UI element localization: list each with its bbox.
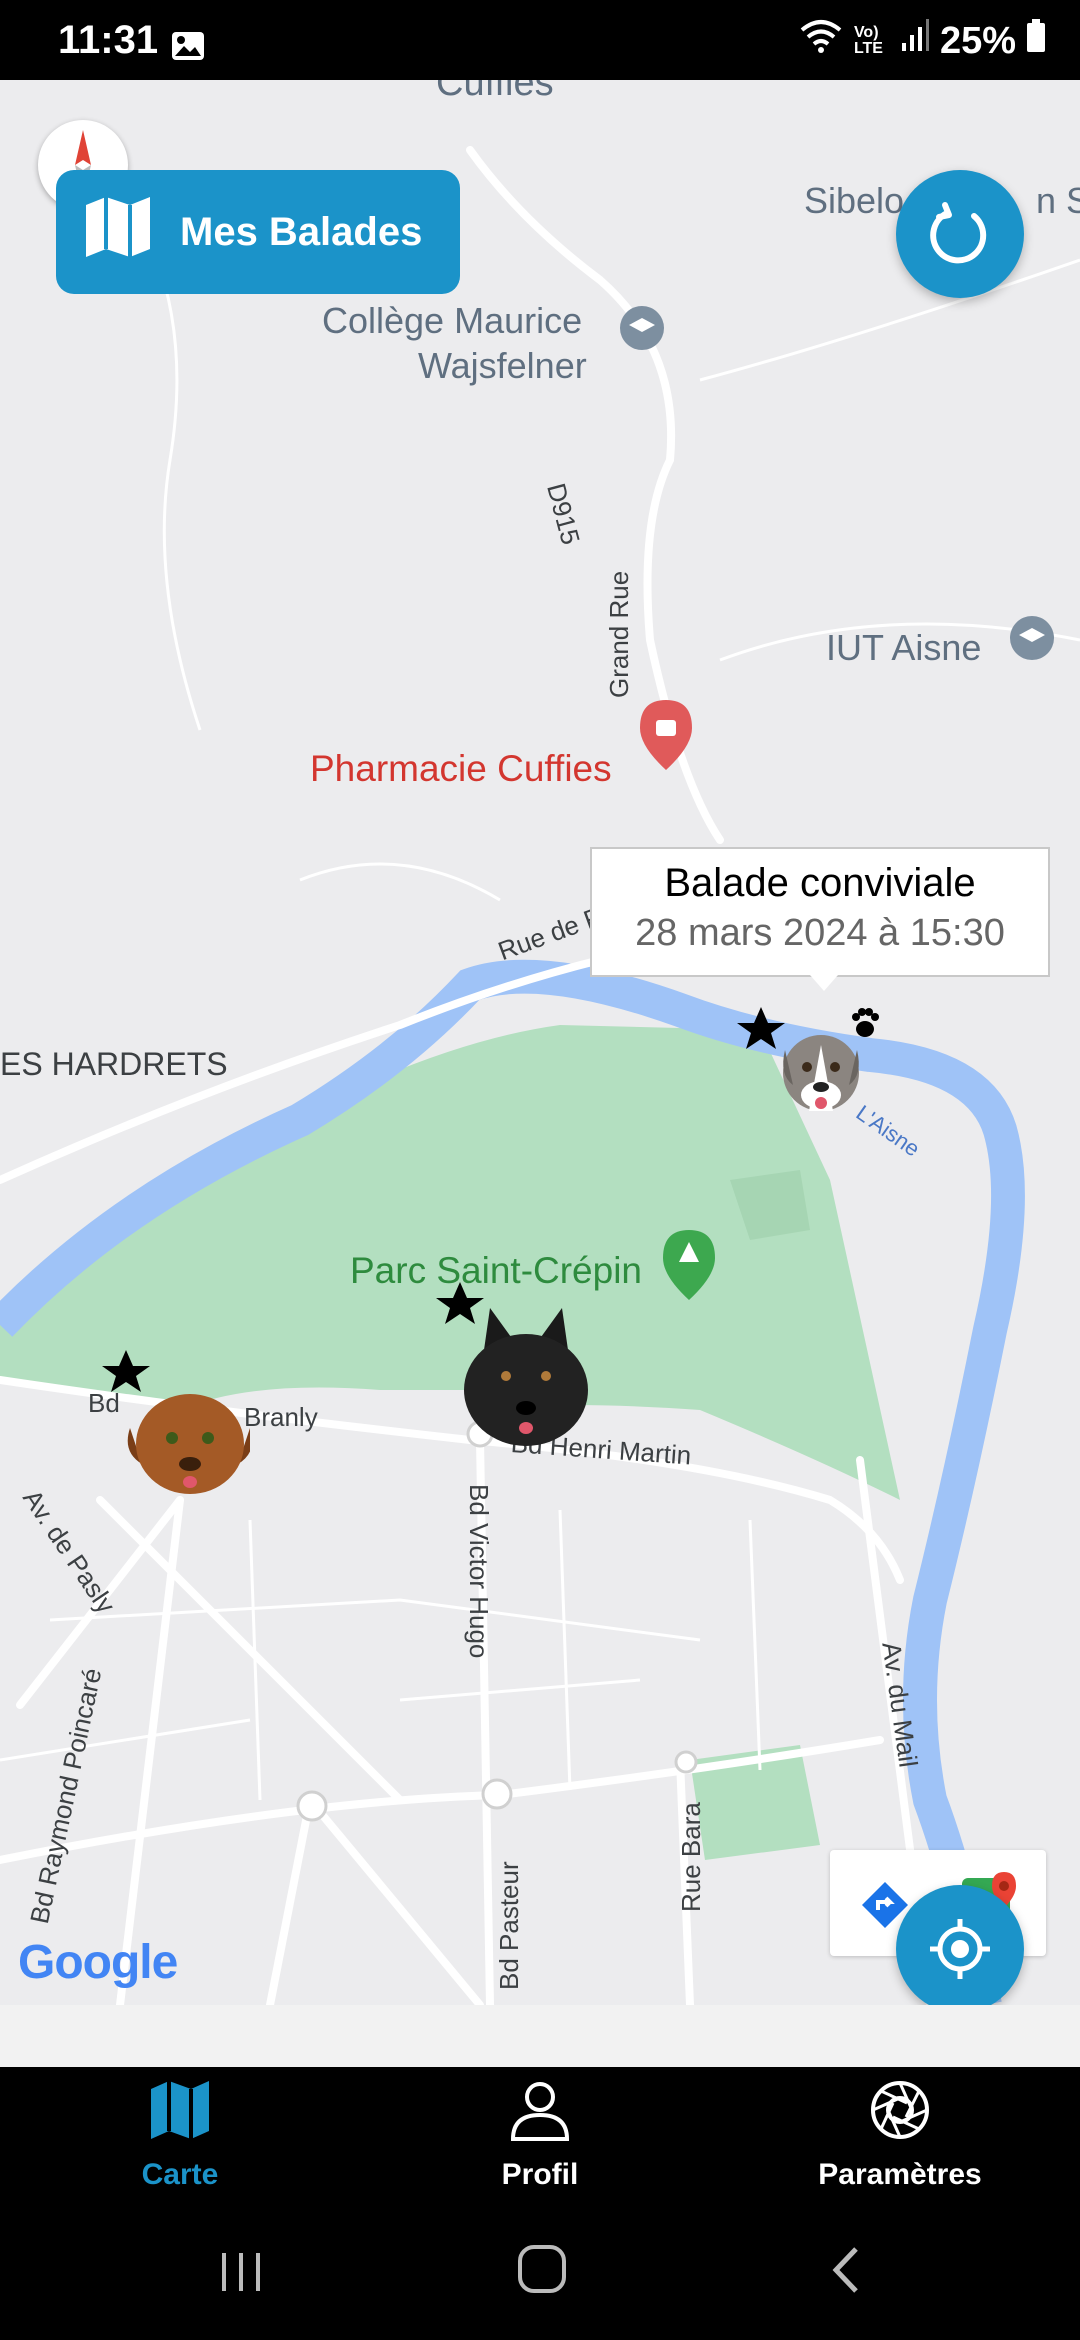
aperture-icon (867, 2077, 933, 2148)
dog-marker-brown[interactable] (100, 1348, 253, 1503)
crosshair-icon (930, 1919, 990, 1979)
map-label-pharmacie: Pharmacie Cuffies (310, 748, 612, 789)
walk-title: Balade conviviale (664, 861, 976, 905)
status-right-group: Vo) LTE 25% (798, 18, 1046, 64)
tab-carte[interactable]: Carte (0, 2067, 360, 2207)
status-bar: 11:31 Vo) LTE 25% (0, 0, 1080, 80)
map-icon (82, 191, 154, 273)
signal-icon (900, 19, 930, 63)
map-label-branly: Branly (244, 1402, 318, 1432)
volte-icon: Vo) LTE (853, 24, 883, 57)
bottom-navigation: Carte Profil Paramètres (0, 2067, 1080, 2207)
black-dog-icon (436, 1282, 588, 1446)
tab-carte-label: Carte (141, 2158, 219, 2191)
map-label-iut: IUT Aisne (826, 627, 982, 668)
map-label-college-line1: Collège Maurice (322, 300, 583, 341)
tab-profil[interactable]: Profil (360, 2067, 720, 2207)
paw-icon (852, 1008, 879, 1037)
map-view[interactable]: Cuffies Sibelo n Sc Collège Maurice Wajs… (0, 80, 1080, 2005)
system-navigation-bar (0, 2207, 1080, 2340)
map-label-college-line2: Wajsfelner (418, 345, 587, 386)
tab-parametres-label: Paramètres (818, 2158, 982, 2191)
my-location-button[interactable] (896, 1885, 1024, 2005)
map-label-cuffies: Cuffies (436, 80, 554, 104)
star-icon (436, 1282, 484, 1324)
map-label-victor-hugo: Bd Victor Hugo (464, 1484, 494, 1659)
tab-parametres[interactable]: Paramètres (720, 2067, 1080, 2207)
tab-profil-label: Profil (501, 2158, 579, 2191)
brown-dog-icon (102, 1350, 253, 1494)
google-logo: Google (18, 1936, 178, 1989)
back-icon[interactable] (826, 2245, 866, 2300)
map-bottom-strip (0, 2005, 1080, 2067)
battery-text: 25% (939, 19, 1016, 62)
battery-icon (1026, 19, 1046, 63)
status-time: 11:31 (58, 18, 159, 62)
boxer-dog-icon (737, 1007, 879, 1111)
map-label-grand-rue: Grand Rue (604, 570, 634, 698)
recent-apps-icon[interactable] (216, 2247, 266, 2302)
map-label-sibelo-end: n Sc (1036, 180, 1080, 221)
image-icon (170, 30, 206, 67)
school-icon (1010, 616, 1054, 660)
school-icon (620, 306, 664, 350)
dog-marker-boxer[interactable] (735, 1005, 895, 1120)
wifi-icon (798, 18, 844, 64)
map-label-sibelo: Sibelo (804, 180, 905, 221)
walk-date: 28 mars 2024 à 15:30 (635, 912, 1005, 954)
map-label-pasteur: Bd Pasteur (494, 1861, 524, 1990)
map-label-hardrets: ES HARDRETS (0, 1046, 228, 1082)
mes-balades-button[interactable]: Mes Balades (56, 170, 460, 294)
map-label-rue-bara: Rue Bara (676, 1802, 706, 1912)
home-icon[interactable] (516, 2243, 568, 2300)
refresh-button[interactable] (896, 170, 1024, 298)
mes-balades-label: Mes Balades (180, 209, 423, 254)
star-icon (737, 1007, 785, 1049)
refresh-icon (930, 202, 987, 264)
callout-tail (810, 975, 838, 991)
walk-info-window[interactable]: Balade conviviale 28 mars 2024 à 15:30 (590, 847, 1050, 977)
map-icon (147, 2077, 213, 2148)
person-icon (507, 2077, 573, 2148)
star-icon (102, 1350, 150, 1392)
dog-marker-black[interactable] (436, 1280, 596, 1455)
